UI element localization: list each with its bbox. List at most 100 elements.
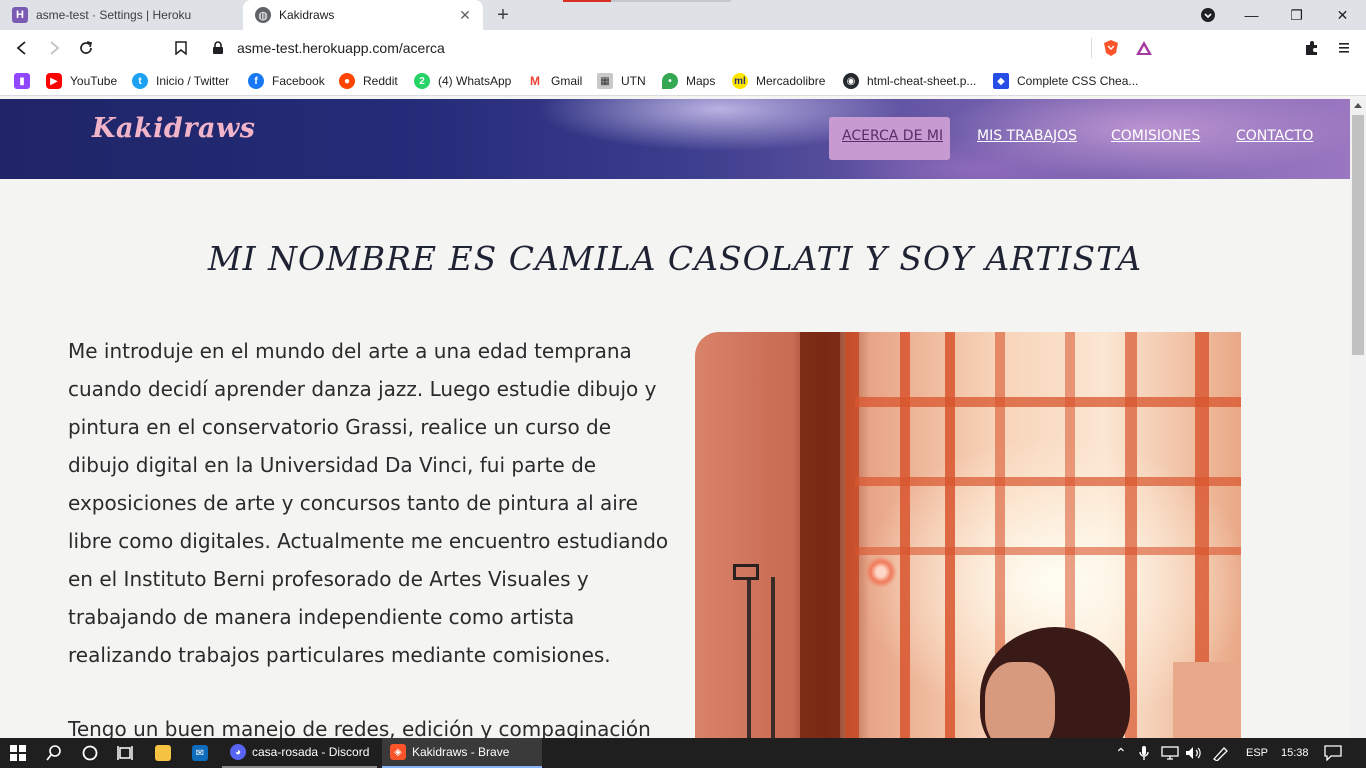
bookmark-label: Maps	[686, 74, 716, 88]
brave-rewards-icon[interactable]	[1135, 39, 1153, 57]
brave-icon: ◈	[390, 744, 406, 760]
discord-icon: ◕	[230, 744, 246, 760]
cortana-button[interactable]	[82, 738, 98, 768]
notifications-icon	[1324, 745, 1342, 761]
page-scrollbar[interactable]	[1350, 99, 1366, 738]
site-header: Kakidraws ACERCA DE MI MIS TRABAJOS COMI…	[0, 99, 1350, 179]
bookmark-twitter[interactable]: t Inicio / Twitter	[132, 72, 229, 90]
back-icon	[16, 41, 26, 55]
lock-icon[interactable]	[212, 41, 224, 55]
shield-icon: ◆	[993, 73, 1009, 89]
nav-mis-trabajos[interactable]: MIS TRABAJOS	[977, 128, 1077, 144]
language-indicator[interactable]: ESP	[1246, 738, 1268, 768]
bookmark-youtube[interactable]: ▶ YouTube	[46, 72, 117, 90]
bookmark-button[interactable]	[171, 38, 191, 58]
bio-paragraph: Me introduje en el mundo del arte a una …	[68, 339, 669, 667]
forward-icon	[50, 41, 60, 55]
search-button[interactable]	[46, 738, 62, 768]
menu-button[interactable]	[1334, 38, 1354, 58]
extensions-button[interactable]	[1302, 38, 1322, 58]
site-logo[interactable]: Kakidraws	[92, 113, 255, 144]
hamburger-icon	[1339, 43, 1349, 53]
taskbar-app-brave[interactable]: ◈ Kakidraws - Brave	[382, 738, 542, 768]
windows-icon	[10, 745, 26, 761]
cortana-icon	[82, 745, 98, 761]
bookmark-css-cheat-sheet[interactable]: ◆ Complete CSS Chea...	[993, 72, 1138, 90]
mail-button[interactable]: ✉	[192, 738, 214, 768]
close-window-button[interactable]: ✕	[1320, 0, 1365, 30]
bookmark-html-cheat-sheet[interactable]: ◉ html-cheat-sheet.p...	[843, 72, 976, 90]
back-button[interactable]	[12, 38, 32, 58]
folder-icon	[155, 745, 171, 761]
bookmark-label: Inicio / Twitter	[156, 74, 230, 88]
bookmarks-bar: ▮ ▶ YouTube t Inicio / Twitter f Faceboo…	[0, 66, 1366, 96]
twitter-icon: t	[132, 73, 148, 89]
gmail-icon: M	[527, 73, 543, 89]
youtube-icon: ▶	[46, 73, 62, 89]
tab-heroku[interactable]: H asme-test · Settings | Heroku	[0, 0, 243, 30]
tab-kakidraws[interactable]: ◍ Kakidraws ✕	[243, 0, 483, 30]
twitch-icon: ▮	[14, 73, 30, 89]
divider	[1091, 38, 1092, 58]
reddit-icon: ●	[339, 73, 355, 89]
bookmark-maps[interactable]: • Maps	[662, 72, 715, 90]
tab-indicator	[563, 0, 611, 2]
pen-icon[interactable]	[1212, 738, 1230, 768]
address-bar[interactable]: asme-test.herokuapp.com/acerca	[200, 34, 1163, 62]
bookmark-icon	[175, 41, 187, 55]
network-icon[interactable]	[1161, 738, 1179, 768]
show-hidden-icons[interactable]: ⌃	[1115, 738, 1127, 768]
url-text[interactable]: asme-test.herokuapp.com/acerca	[237, 40, 445, 56]
nav-acerca-de-mi[interactable]: ACERCA DE MI	[842, 128, 943, 144]
heroku-icon: H	[12, 7, 28, 23]
taskbar-app-discord[interactable]: ◕ casa-rosada - Discord	[222, 738, 377, 768]
browser-tab-strip: H asme-test · Settings | Heroku ◍ Kakidr…	[0, 0, 1366, 30]
tab-title: Kakidraws	[279, 8, 335, 22]
start-button[interactable]	[10, 738, 26, 768]
bookmark-label: Gmail	[551, 74, 583, 88]
mercadolibre-icon: ml	[732, 73, 748, 89]
bookmark-label: Mercadolibre	[756, 74, 826, 88]
task-view-button[interactable]	[117, 738, 135, 768]
volume-icon[interactable]	[1185, 738, 1203, 768]
web-page: Kakidraws ACERCA DE MI MIS TRABAJOS COMI…	[0, 99, 1350, 738]
bookmark-twitch[interactable]: ▮	[14, 72, 38, 90]
close-tab-icon[interactable]: ✕	[457, 7, 473, 23]
reload-button[interactable]	[76, 38, 96, 58]
microphone-icon[interactable]	[1139, 738, 1149, 768]
nav-contacto[interactable]: CONTACTO	[1236, 128, 1313, 144]
minimize-button[interactable]: —	[1229, 0, 1274, 30]
windows-taskbar: ✉ ◕ casa-rosada - Discord ◈ Kakidraws - …	[0, 738, 1366, 768]
bookmark-facebook[interactable]: f Facebook	[248, 72, 325, 90]
nav-comisiones[interactable]: COMISIONES	[1111, 128, 1200, 144]
scroll-thumb[interactable]	[1352, 115, 1364, 355]
forward-button[interactable]	[44, 38, 64, 58]
bio-paragraph-2: Tengo un buen manejo de redes, edición y…	[68, 717, 651, 738]
brave-shields-icon[interactable]	[1102, 39, 1120, 57]
new-tab-button[interactable]: +	[492, 4, 514, 26]
bookmark-whatsapp[interactable]: 2 (4) WhatsApp	[414, 72, 511, 90]
file-explorer-button[interactable]	[155, 738, 177, 768]
reload-icon	[80, 41, 93, 54]
taskbar-app-label: casa-rosada - Discord	[252, 745, 370, 759]
taskbar-app-label: Kakidraws - Brave	[412, 745, 510, 759]
utn-icon: ▦	[597, 73, 613, 89]
browser-toolbar: asme-test.herokuapp.com/acerca	[0, 30, 1366, 66]
clock[interactable]: 15:38	[1281, 738, 1309, 768]
notifications-button[interactable]	[1324, 738, 1342, 768]
tab-search-icon[interactable]	[1185, 0, 1230, 30]
github-icon: ◉	[843, 73, 859, 89]
restore-button[interactable]: ❐	[1274, 0, 1319, 30]
bookmark-label: html-cheat-sheet.p...	[867, 74, 977, 88]
bookmark-utn[interactable]: ▦ UTN	[597, 72, 646, 90]
bookmark-gmail[interactable]: M Gmail	[527, 72, 582, 90]
bookmark-label: UTN	[621, 74, 646, 88]
search-icon	[46, 745, 61, 761]
bookmark-label: Complete CSS Chea...	[1017, 74, 1139, 88]
scroll-up-icon[interactable]	[1354, 103, 1362, 108]
bookmark-mercadolibre[interactable]: ml Mercadolibre	[732, 72, 825, 90]
puzzle-icon	[1306, 41, 1317, 55]
mail-icon: ✉	[192, 745, 208, 761]
task-view-icon	[117, 746, 133, 760]
bookmark-reddit[interactable]: ● Reddit	[339, 72, 398, 90]
